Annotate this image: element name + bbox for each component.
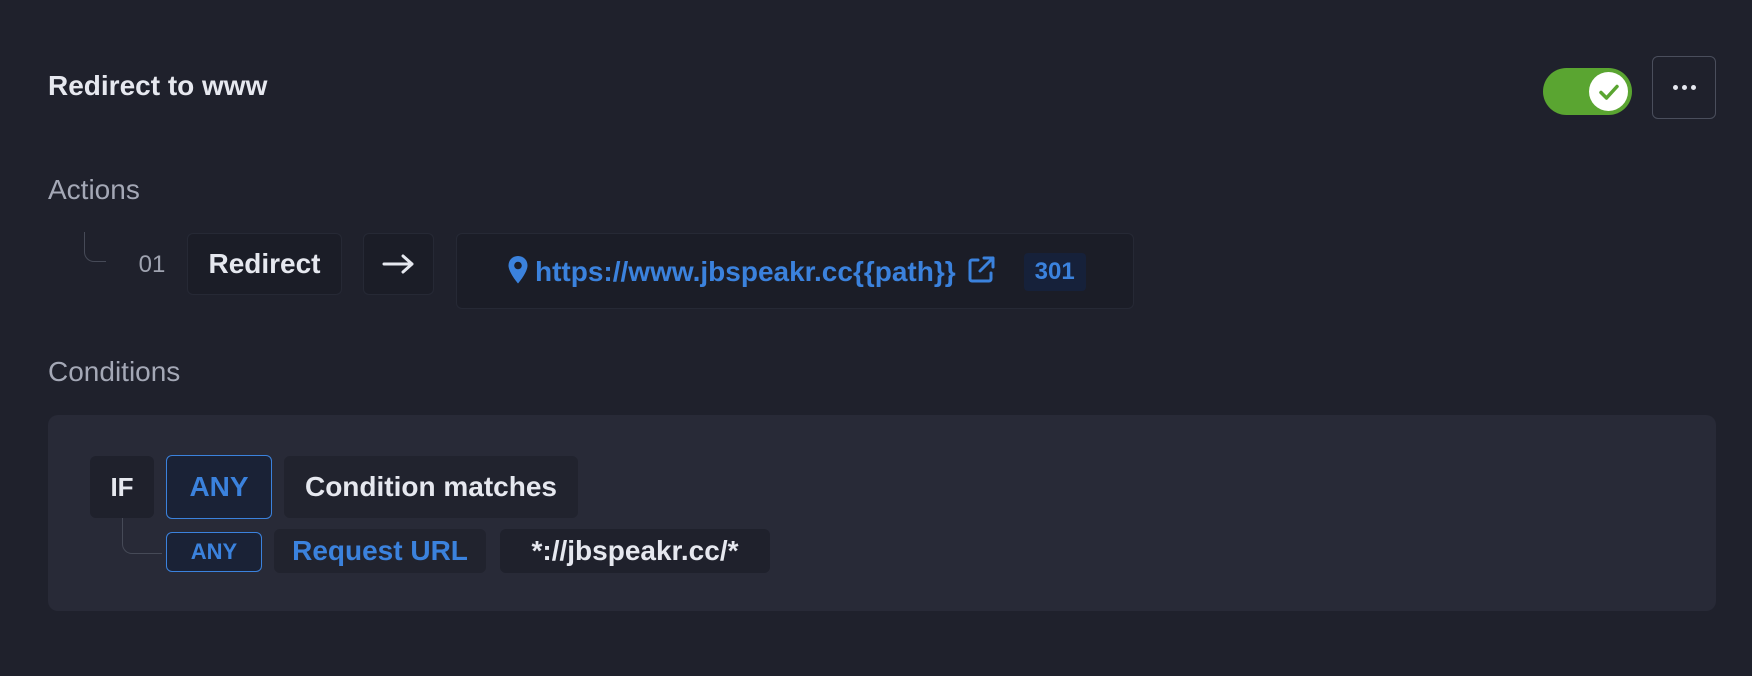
condition-pattern-value: *://jbspeakr.cc/* — [500, 529, 770, 573]
arrow-right-icon — [363, 233, 434, 295]
page-rules-rule-card: Redirect to www Actions 01 Redirect http… — [0, 0, 1752, 676]
condition-mode-select[interactable]: ANY — [166, 532, 262, 572]
more-horizontal-icon — [1672, 85, 1696, 90]
conditions-section-label: Conditions — [48, 356, 181, 387]
redirect-target-box: https://www.jbspeakr.cc{{path}} 301 — [456, 233, 1134, 309]
condition-tree-connector — [122, 518, 162, 554]
more-options-button[interactable] — [1652, 56, 1716, 119]
external-link-icon[interactable] — [966, 255, 996, 290]
if-keyword: IF — [90, 456, 154, 518]
conditions-header: Condition matches — [284, 456, 578, 518]
action-number: 01 — [138, 251, 166, 278]
status-code-badge: 301 — [1023, 253, 1086, 291]
condition-field-select[interactable]: Request URL — [274, 529, 486, 573]
actions-section-label: Actions — [48, 174, 140, 205]
check-icon — [1589, 72, 1628, 111]
redirect-target-url[interactable]: https://www.jbspeakr.cc{{path}} — [535, 256, 956, 288]
action-tree-connector — [84, 232, 106, 262]
map-pin-icon — [507, 255, 529, 290]
rule-enabled-toggle[interactable] — [1543, 68, 1632, 115]
match-mode-select[interactable]: ANY — [166, 455, 272, 519]
action-type-chip: Redirect — [187, 233, 342, 295]
rule-title: Redirect to www — [48, 70, 268, 101]
